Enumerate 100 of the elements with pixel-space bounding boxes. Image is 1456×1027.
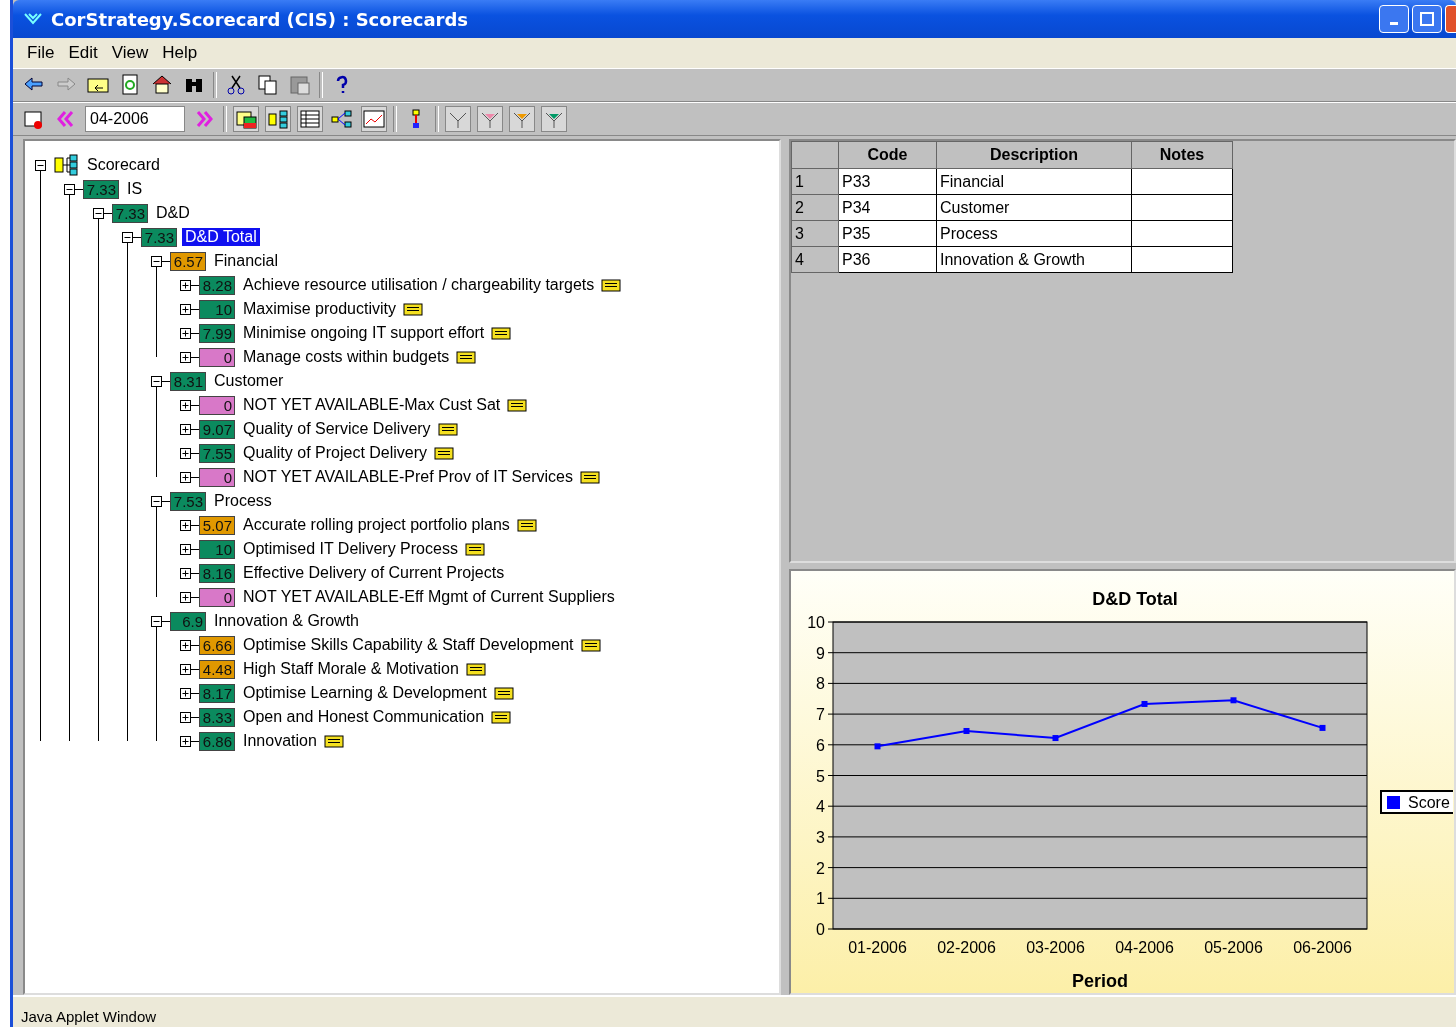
data-point — [963, 728, 970, 734]
column-header[interactable]: Code — [838, 141, 937, 169]
note-icon[interactable] — [507, 398, 528, 412]
menu-item[interactable]: Help — [156, 41, 204, 65]
expand-icon[interactable] — [180, 687, 191, 699]
expand-icon[interactable] — [180, 447, 191, 459]
collapse-icon[interactable] — [151, 615, 162, 627]
tree-item[interactable]: D&D — [153, 204, 193, 222]
column-header[interactable]: Notes — [1131, 141, 1233, 169]
tree-item[interactable]: Quality of Project Delivery — [240, 444, 431, 462]
filter-icon[interactable] — [445, 106, 471, 132]
y-tick-label: 1 — [816, 890, 825, 908]
tree-item[interactable]: Scorecard — [84, 156, 163, 174]
line-chart-icon[interactable] — [361, 106, 387, 132]
note-icon[interactable] — [516, 518, 537, 532]
note-icon[interactable] — [491, 326, 512, 340]
expand-icon[interactable] — [180, 423, 191, 435]
tree-item[interactable]: High Staff Morale & Motivation — [240, 660, 462, 678]
table-cell: Customer — [936, 194, 1132, 221]
tree-item[interactable]: Optimised IT Delivery Process — [240, 540, 461, 558]
expand-icon[interactable] — [180, 519, 191, 531]
filter-icon[interactable] — [477, 106, 503, 132]
expand-icon[interactable] — [180, 735, 191, 747]
period-field[interactable]: 04-2006 — [85, 106, 185, 132]
row-number: 1 — [791, 168, 839, 195]
minimize-button[interactable] — [1379, 5, 1409, 33]
legend-label: Score — [1408, 794, 1450, 811]
expand-icon[interactable] — [180, 543, 191, 555]
note-icon[interactable] — [464, 542, 485, 556]
collapse-icon[interactable] — [151, 375, 162, 387]
tree-item[interactable]: Open and Honest Communication — [240, 708, 488, 726]
close-button[interactable] — [1445, 5, 1456, 33]
table-cell: Innovation & Growth — [936, 246, 1132, 273]
tree-item[interactable]: NOT YET AVAILABLE-Max Cust Sat — [240, 396, 504, 414]
tree-item[interactable]: Innovation & Growth — [211, 612, 362, 630]
collapse-icon[interactable] — [151, 255, 162, 267]
expand-icon[interactable] — [180, 711, 191, 723]
note-icon[interactable] — [465, 662, 486, 676]
tree-item[interactable]: D&D Total — [182, 228, 260, 246]
note-icon[interactable] — [491, 710, 512, 724]
maximize-icon — [1420, 12, 1434, 26]
folders-icon[interactable] — [233, 106, 259, 132]
tree-item[interactable]: IS — [124, 180, 146, 198]
column-header[interactable]: Description — [936, 141, 1132, 169]
note-icon[interactable] — [402, 302, 423, 316]
score-badge: 9.07 — [199, 419, 235, 439]
score-badge: 8.31 — [170, 371, 206, 391]
filter-icon[interactable] — [541, 106, 567, 132]
expand-icon[interactable] — [180, 639, 191, 651]
expand-icon[interactable] — [180, 471, 191, 483]
x-tick-label: 04-2006 — [1115, 939, 1174, 956]
expand-icon[interactable] — [180, 279, 191, 291]
tree-item[interactable]: NOT YET AVAILABLE-Eff Mgmt of Current Suppliers — [240, 588, 618, 606]
menu-item[interactable]: Edit — [62, 41, 104, 65]
row-number: 2 — [791, 194, 839, 221]
expand-icon[interactable] — [180, 327, 191, 339]
tree-item[interactable]: Minimise ongoing IT support effort — [240, 324, 488, 342]
tree-item[interactable]: Achieve resource utilisation / chargeability targets — [240, 276, 598, 294]
collapse-icon[interactable] — [35, 159, 46, 171]
filter-icon[interactable] — [509, 106, 535, 132]
maximize-button[interactable] — [1412, 5, 1442, 33]
row-number: 3 — [791, 220, 839, 247]
note-icon[interactable] — [434, 446, 455, 460]
expand-icon[interactable] — [180, 567, 191, 579]
note-icon[interactable] — [323, 734, 344, 748]
table-cell: P35 — [838, 220, 937, 247]
collapse-icon[interactable] — [122, 231, 133, 243]
tree-item[interactable]: Innovation — [240, 732, 320, 750]
note-icon[interactable] — [580, 638, 601, 652]
menu-item[interactable]: File — [21, 41, 61, 65]
collapse-icon[interactable] — [93, 207, 104, 219]
table-icon[interactable] — [297, 106, 323, 132]
note-icon[interactable] — [493, 686, 514, 700]
expand-icon[interactable] — [180, 303, 191, 315]
expand-icon[interactable] — [180, 591, 191, 603]
tree-item[interactable]: Financial — [211, 252, 282, 270]
expand-icon[interactable] — [180, 399, 191, 411]
expand-icon[interactable] — [180, 663, 191, 675]
tree-item[interactable]: Optimise Learning & Development — [240, 684, 490, 702]
hierarchy-icon[interactable] — [265, 106, 291, 132]
window-title: CorStrategy.Scorecard (CIS) : Scorecards — [51, 8, 469, 30]
tree-item[interactable]: Optimise Skills Capability & Staff Development — [240, 636, 577, 654]
tree-item[interactable]: Customer — [211, 372, 287, 390]
collapse-icon[interactable] — [64, 183, 75, 195]
tree-item[interactable]: Accurate rolling project portfolio plans — [240, 516, 513, 534]
note-icon[interactable] — [437, 422, 458, 436]
tree-item[interactable]: NOT YET AVAILABLE-Pref Prov of IT Services — [240, 468, 576, 486]
tree-item[interactable]: Process — [211, 492, 275, 510]
expand-icon[interactable] — [180, 351, 191, 363]
score-badge: 7.55 — [199, 443, 235, 463]
tree-item[interactable]: Maximise productivity — [240, 300, 399, 318]
tree-item[interactable]: Effective Delivery of Current Projects — [240, 564, 508, 582]
note-icon[interactable] — [456, 350, 477, 364]
score-badge: 6.57 — [170, 251, 206, 271]
tree-item[interactable]: Quality of Service Delivery — [240, 420, 434, 438]
collapse-icon[interactable] — [151, 495, 162, 507]
menu-item[interactable]: View — [105, 41, 155, 65]
note-icon[interactable] — [601, 278, 622, 292]
tree-item[interactable]: Manage costs within budgets — [240, 348, 453, 366]
note-icon[interactable] — [579, 470, 600, 484]
